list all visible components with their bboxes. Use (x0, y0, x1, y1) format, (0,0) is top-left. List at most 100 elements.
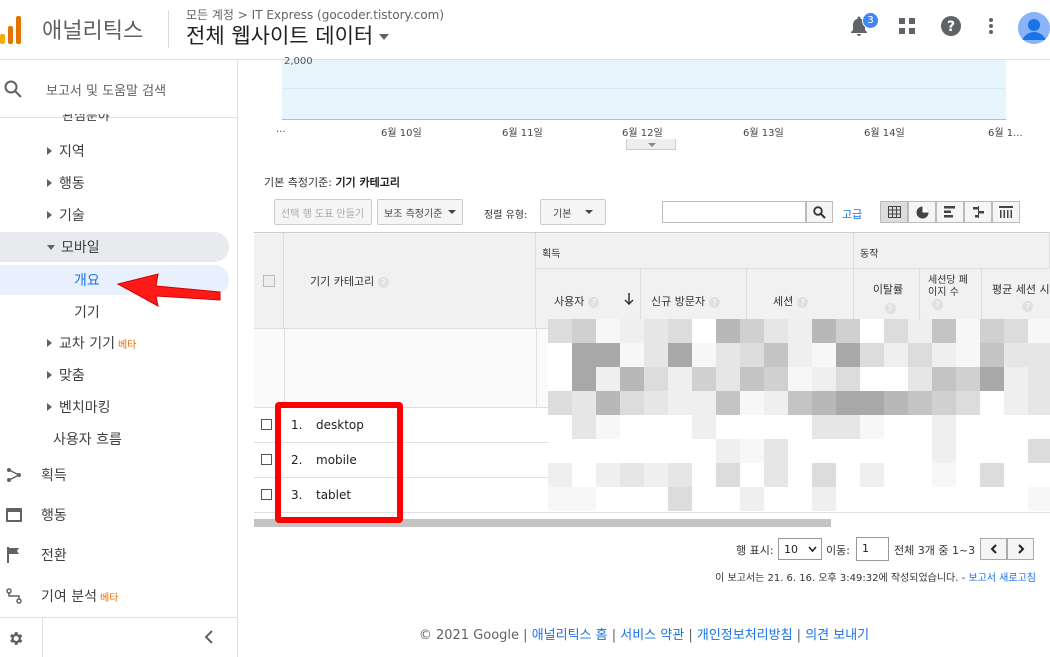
pixelated-cell (932, 391, 956, 415)
secondary-dimension-select[interactable]: 보조 측정기준 (377, 199, 464, 225)
pixelated-cell (620, 463, 644, 487)
pie-view-icon[interactable] (908, 201, 936, 223)
sidebar-item-label: 벤치마킹 (59, 400, 111, 416)
footer-link-feedback[interactable]: 의견 보내기 (805, 628, 869, 643)
pixelated-cell (932, 319, 956, 343)
report-generated-note: 이 보고서는 21. 6. 16. 오후 3:49:32에 작성되었습니다. -… (715, 573, 1036, 584)
pixelated-cell (860, 367, 884, 391)
sidebar-item-cross-device[interactable]: 교차 기기 베타 (0, 328, 238, 358)
pixelated-cell (596, 415, 620, 439)
pixelated-cell (812, 463, 836, 487)
sidebar-item-users-flow[interactable]: 사용자 흐름 (0, 424, 238, 454)
chart-resize-handle[interactable] (626, 139, 676, 150)
sidebar-item-custom[interactable]: 맞춤 (0, 360, 238, 390)
pixelated-cell (668, 463, 692, 487)
pixelated-cell (884, 367, 908, 391)
sort-type-select[interactable]: 기본 (540, 199, 606, 225)
nav-label: 기여 분석 (41, 589, 97, 605)
sort-desc-arrow-icon[interactable] (624, 293, 634, 305)
sidebar-item-mobile[interactable]: 모바일 (0, 232, 229, 262)
pixelated-cell (548, 343, 572, 367)
pixelated-cell (620, 391, 644, 415)
chart-plot-area[interactable] (282, 60, 1006, 120)
pixelated-cell (740, 343, 764, 367)
search-button[interactable] (806, 201, 833, 223)
view-selector[interactable]: 전체 웹사이트 데이터 (186, 20, 390, 50)
pixelated-cell (980, 415, 1004, 439)
avatar[interactable] (1018, 12, 1050, 44)
sidebar-item-label: 사용자 흐름 (53, 432, 122, 448)
sidebar-item-label: 기기 (74, 305, 100, 321)
comparison-view-icon[interactable] (964, 201, 992, 223)
goto-page-input[interactable]: 1 (856, 537, 889, 561)
footer-link-terms[interactable]: 서비스 약관 (620, 628, 684, 643)
range-label: 전체 3개 중 1~3 (894, 544, 976, 557)
caret-down-icon (585, 210, 594, 214)
pixelated-cell (812, 319, 836, 343)
select-all-checkbox[interactable] (263, 275, 275, 287)
help-icon[interactable]: ? (932, 299, 943, 310)
pixelated-cell (956, 487, 980, 511)
table-view-icon[interactable] (880, 201, 908, 223)
create-chart-button[interactable]: 선택 행 도표 만들기 (274, 199, 372, 225)
nav-conversions[interactable]: 전환 (0, 536, 238, 574)
help-icon[interactable]: ? (709, 296, 721, 308)
pixelated-cell (980, 391, 1004, 415)
pixelated-cell (764, 367, 788, 391)
annotation-arrow (116, 273, 221, 307)
dimension-value[interactable]: 기기 카테고리 (335, 176, 400, 189)
refresh-report-link[interactable]: 보고서 새로고침 (968, 573, 1036, 584)
row-checkbox[interactable] (261, 454, 272, 465)
analytics-logo[interactable] (0, 14, 24, 44)
more-vert-icon[interactable] (979, 14, 1003, 38)
pivot-view-icon[interactable] (992, 201, 1020, 223)
chart-xtick: 6월 13일 (743, 128, 784, 139)
pixelated-cell (692, 439, 716, 463)
generated-text: 이 보고서는 21. 6. 16. 오후 3:49:32에 작성되었습니다. (715, 573, 959, 584)
rows-per-page-select[interactable]: 10 (778, 538, 822, 560)
pixelated-cell (956, 463, 980, 487)
sidebar-item-geo[interactable]: 지역 (0, 136, 238, 166)
help-icon[interactable]: ? (939, 14, 963, 38)
next-page-button[interactable] (1007, 538, 1034, 560)
nav-acquisition[interactable]: 획득 (0, 456, 238, 494)
pagination: 행 표시: 10 이동: 1 전체 3개 중 1~3 이 보고서는 21. 6.… (254, 534, 1050, 584)
nav-attribution[interactable]: 기여 분석 베타 (0, 577, 238, 615)
footer-link-analytics-home[interactable]: 애널리틱스 홈 (532, 628, 608, 643)
help-icon[interactable]: ? (884, 303, 896, 314)
help-icon[interactable]: ? (588, 296, 600, 308)
nav-behavior[interactable]: 행동 (0, 496, 238, 534)
row-checkbox[interactable] (261, 419, 272, 430)
collapse-sidebar-icon[interactable] (204, 630, 214, 647)
table-search-input[interactable] (662, 201, 806, 223)
pixelated-cell (860, 439, 884, 463)
expand-arrow-icon (47, 339, 52, 347)
row-checkbox[interactable] (261, 489, 272, 500)
select-all-header (254, 233, 284, 329)
pixelated-cell (740, 463, 764, 487)
dimension-header[interactable]: 기기 카테고리? (284, 233, 536, 329)
sidebar-item-benchmarking[interactable]: 벤치마킹 (0, 392, 238, 422)
pixelated-cell (812, 343, 836, 367)
chart-gridline (282, 88, 1006, 89)
performance-view-icon[interactable] (936, 201, 964, 223)
pixelated-cell (1004, 367, 1028, 391)
sidebar-item-technology[interactable]: 기술 (0, 200, 238, 230)
help-icon[interactable]: ? (1022, 301, 1033, 312)
sidebar-item-behavior[interactable]: 행동 (0, 168, 238, 198)
annotation-highlight-box (275, 402, 403, 523)
dimension-prefix: 기본 측정기준: (264, 176, 332, 189)
column-label: 세션당 페이지 수 (928, 275, 968, 298)
report-search[interactable]: 보고서 및 도움말 검색 (0, 60, 238, 118)
app-name[interactable]: 애널리틱스 (42, 13, 143, 45)
help-icon[interactable]: ? (797, 296, 809, 308)
sidebar-item-partial[interactable]: 관심분야 (62, 114, 110, 124)
footer-link-privacy[interactable]: 개인정보처리방침 (697, 628, 793, 643)
advanced-filter-link[interactable]: 고급 (842, 206, 862, 222)
help-icon[interactable]: ? (378, 276, 390, 288)
gear-icon[interactable] (7, 630, 24, 650)
apps-grid-icon[interactable] (895, 14, 919, 38)
pixelated-cell (860, 319, 884, 343)
prev-page-button[interactable] (980, 538, 1007, 560)
expand-arrow-icon (47, 147, 52, 155)
